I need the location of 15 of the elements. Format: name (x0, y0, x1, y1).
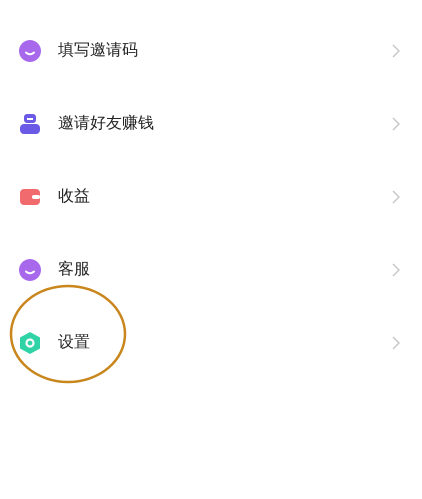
chevron-right-icon (392, 262, 400, 276)
menu-label: 设置 (58, 332, 91, 353)
menu-item[interactable]: 邀请好友赚钱 (0, 87, 422, 160)
menu-label: 客服 (58, 259, 91, 280)
menu-item[interactable]: 收益 (0, 160, 422, 233)
menu-label: 收益 (58, 186, 91, 207)
chevron-right-icon (392, 116, 400, 130)
menu-item[interactable]: 设置 (0, 306, 422, 379)
chevron-right-icon (392, 336, 400, 350)
menu-label: 填写邀请码 (58, 40, 139, 61)
menu-item[interactable]: 填写邀请码 (0, 14, 422, 87)
menu-label: 邀请好友赚钱 (58, 113, 155, 134)
menu-item[interactable]: 客服 (0, 233, 422, 306)
chevron-right-icon (392, 44, 400, 58)
chevron-right-icon (392, 190, 400, 204)
